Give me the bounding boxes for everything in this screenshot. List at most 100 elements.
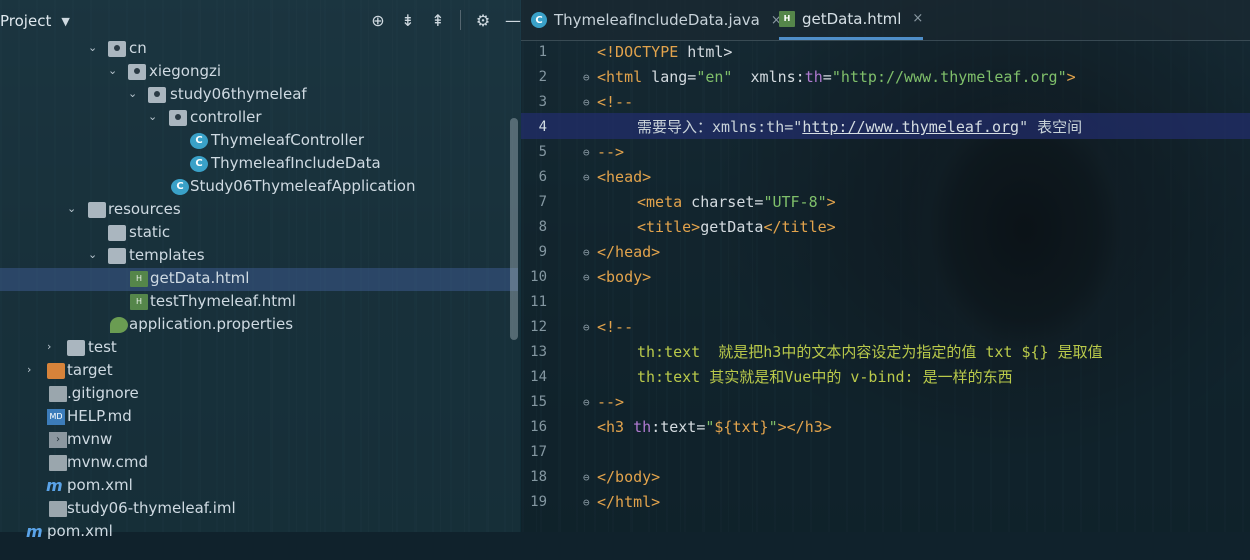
project-tree-scrollbar[interactable] <box>510 118 518 340</box>
tree-item-test[interactable]: › test <box>0 337 518 360</box>
tree-item-thymeleafcontroller[interactable]: C ThymeleafController <box>0 130 518 153</box>
line-number: 14 <box>530 369 547 385</box>
code-token: </body> <box>597 468 661 486</box>
code-token: <body> <box>597 268 652 286</box>
tree-item-cn[interactable]: ⌄ cn <box>0 38 518 61</box>
tree-item-label: study06-thymeleaf.iml <box>67 499 236 517</box>
code-token: </title> <box>763 218 836 236</box>
tree-item-study06thymeleaf[interactable]: ⌄ study06thymeleaf <box>0 84 518 107</box>
tree-item-study06-thymeleaf-iml[interactable]: study06-thymeleaf.iml <box>0 498 518 521</box>
editor-gutter: 1 2 3 4 5 6 7 8 9 10 11 12 13 14 15 16 1… <box>521 40 590 532</box>
line-number: 17 <box>530 444 547 460</box>
tree-item-root-pom-xml[interactable]: m pom.xml <box>0 521 518 544</box>
code-token: html> <box>678 43 733 61</box>
line-number: 5 <box>538 144 547 160</box>
tree-item-gitignore[interactable]: .gitignore <box>0 383 518 406</box>
project-tool-window: Project ▼ ⊕ ⇟ ⇞ ⚙ — ⌄ cn ⌄ xiegongzi ⌄ s… <box>0 0 523 540</box>
code-line-10: <body> <box>597 265 1247 290</box>
excluded-folder-icon <box>47 363 65 379</box>
target-icon[interactable]: ⊕ <box>368 10 388 30</box>
tree-item-thymeleafincludedata[interactable]: C ThymeleafIncludeData <box>0 153 518 176</box>
code-editor: C ThymeleafIncludeData.java × H getData.… <box>521 0 1250 532</box>
tree-item-mvnw[interactable]: › mvnw <box>0 429 518 452</box>
fold-marker-icon[interactable]: ⊖ <box>583 471 590 484</box>
chevron-right-icon[interactable]: › <box>47 340 59 353</box>
tree-item-label: static <box>129 223 171 241</box>
spring-config-icon <box>110 317 128 333</box>
gear-icon[interactable]: ⚙ <box>473 10 493 30</box>
fold-marker-icon[interactable]: ⊖ <box>583 146 590 159</box>
code-token: <!DOCTYPE <box>597 43 679 61</box>
tree-item-target[interactable]: › target <box>0 360 518 383</box>
expand-all-icon[interactable]: ⇟ <box>398 10 418 30</box>
tree-item-application-properties[interactable]: application.properties <box>0 314 518 337</box>
fold-marker-icon[interactable]: ⊖ <box>583 96 590 109</box>
project-view-selector[interactable]: Project ▼ <box>0 12 70 30</box>
tree-item-xiegongzi[interactable]: ⌄ xiegongzi <box>0 61 518 84</box>
line-number: 15 <box>530 394 547 410</box>
code-line-9: </head> <box>597 240 1247 265</box>
line-number: 12 <box>530 319 547 335</box>
maven-icon: m <box>46 476 63 495</box>
line-number: 2 <box>538 69 547 85</box>
tree-item-label: testThymeleaf.html <box>150 292 296 310</box>
line-number: 3 <box>538 94 547 110</box>
fold-marker-icon[interactable]: ⊖ <box>583 71 590 84</box>
code-token: "http://www.thymeleaf.org" <box>831 68 1067 86</box>
tree-item-controller[interactable]: ⌄ controller <box>0 107 518 130</box>
tree-item-static[interactable]: static <box>0 222 518 245</box>
chevron-down-icon[interactable]: ⌄ <box>128 87 140 100</box>
minimize-icon[interactable]: — <box>503 10 523 30</box>
tree-item-study06thymeleafapplication[interactable]: C Study06ThymeleafApplication <box>0 176 518 199</box>
fold-marker-icon[interactable]: ⊖ <box>583 246 590 259</box>
close-icon[interactable]: × <box>912 11 923 26</box>
code-token: th:text 就是把h3中的文本内容设定为指定的值 txt ${} 是取值 <box>637 343 1103 361</box>
fold-marker-icon[interactable]: ⊖ <box>583 271 590 284</box>
terminal-file-icon: › <box>49 432 67 448</box>
chevron-down-icon[interactable]: ⌄ <box>88 248 100 261</box>
code-token: </html> <box>597 493 661 511</box>
chevron-right-icon[interactable]: › <box>27 363 39 376</box>
tree-item-label: mvnw.cmd <box>67 453 149 471</box>
line-number: 4 <box>538 119 547 135</box>
tree-item-label: study06thymeleaf <box>170 85 307 103</box>
fold-marker-icon[interactable]: ⊖ <box>583 321 590 334</box>
package-folder-icon <box>108 41 126 57</box>
tree-item-resources[interactable]: ⌄ resources <box>0 199 518 222</box>
code-line-16: <h3 th:text="${txt}"></h3> <box>597 415 1247 440</box>
fold-marker-icon[interactable]: ⊖ <box>583 171 590 184</box>
code-token: ${txt} <box>714 418 769 436</box>
tree-item-label: test <box>88 338 117 356</box>
tree-item-label: ThymeleafIncludeData <box>211 154 381 172</box>
tree-item-label: getData.html <box>150 269 250 287</box>
line-number: 10 <box>530 269 547 285</box>
chevron-down-icon[interactable]: ⌄ <box>67 202 79 215</box>
tree-item-templates[interactable]: ⌄ templates <box>0 245 518 268</box>
project-toolbar: ⊕ ⇟ ⇞ ⚙ — <box>368 10 523 30</box>
text-file-icon <box>49 501 67 517</box>
tree-item-getdata-html[interactable]: H getData.html <box>0 268 518 291</box>
code-token: <h3 <box>597 418 625 436</box>
tab-label: ThymeleafIncludeData.java <box>554 11 760 29</box>
code-link[interactable]: http://www.thymeleaf.org <box>802 118 1019 136</box>
tab-thymeleafincludedata-java[interactable]: C ThymeleafIncludeData.java × <box>531 0 782 40</box>
code-line-8: <title>getData</title> <box>637 215 1250 240</box>
fold-marker-icon[interactable]: ⊖ <box>583 396 590 409</box>
code-token: </head> <box>597 243 661 261</box>
tree-item-mvnw-cmd[interactable]: mvnw.cmd <box>0 452 518 475</box>
chevron-down-icon[interactable]: ⌄ <box>148 110 160 123</box>
fold-marker-icon[interactable]: ⊖ <box>583 496 590 509</box>
code-token: " 表空间 <box>1019 118 1083 136</box>
code-token: th <box>624 418 652 436</box>
collapse-all-icon[interactable]: ⇞ <box>428 10 448 30</box>
line-number: 16 <box>530 419 547 435</box>
tab-getdata-html[interactable]: H getData.html × <box>779 0 924 40</box>
chevron-down-icon[interactable]: ⌄ <box>88 41 100 54</box>
package-folder-icon <box>148 87 166 103</box>
line-number: 6 <box>538 169 547 185</box>
tree-item-pom-xml[interactable]: m pom.xml <box>0 475 518 498</box>
tree-item-label: controller <box>190 108 262 126</box>
tree-item-testthymeleaf-html[interactable]: H testThymeleaf.html <box>0 291 518 314</box>
tree-item-help-md[interactable]: MD HELP.md <box>0 406 518 429</box>
chevron-down-icon[interactable]: ⌄ <box>108 64 120 77</box>
